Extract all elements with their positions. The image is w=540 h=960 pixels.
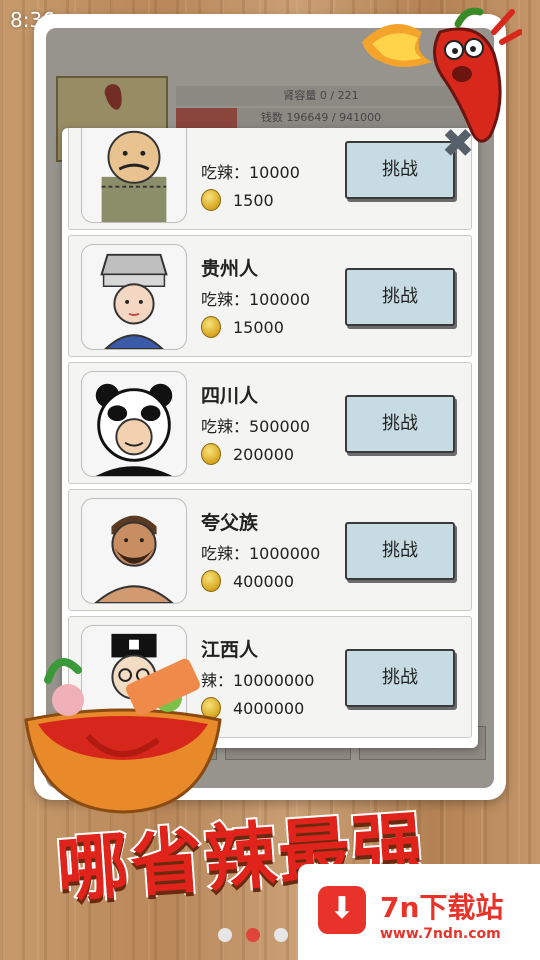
opponent-spicy: 吃辣：1000000 [201, 544, 321, 563]
challenge-button[interactable]: 挑战 [345, 395, 455, 453]
carousel-dot[interactable] [218, 928, 232, 942]
carousel-dot-active[interactable] [246, 928, 260, 942]
opponent-reward: 400000 [201, 570, 294, 592]
opponent-spicy: 吃辣：100000 [201, 290, 311, 309]
carousel-dots [218, 928, 288, 942]
challenge-button[interactable]: 挑战 [345, 522, 455, 580]
reward-value: 4000000 [233, 698, 305, 718]
coin-icon [201, 189, 221, 211]
challenge-button[interactable]: 挑战 [345, 268, 455, 326]
opponent-spicy: 吃辣：500000 [201, 417, 311, 436]
reward-value: 200000 [233, 444, 295, 464]
challenge-button[interactable]: 挑战 [345, 649, 455, 707]
watermark-url: www.7ndn.com [380, 926, 501, 942]
official-avatar [81, 128, 187, 223]
opponent-card: 夸父族 吃辣：1000000 400000 挑战 [68, 489, 472, 611]
coin-icon [201, 443, 221, 465]
chili-mascot-icon [362, 7, 522, 143]
reward-value: 1500 [233, 190, 274, 210]
opponent-name: 夸父族 [201, 512, 259, 534]
reward-value: 15000 [233, 317, 284, 337]
opponent-name: 四川人 [201, 385, 259, 407]
watermark-title: 7n下载站 [380, 891, 504, 924]
opponent-name: 贵州人 [201, 258, 259, 280]
watermark: ⬇ 7n下载站 www.7ndn.com [298, 864, 540, 960]
carousel-dot[interactable] [274, 928, 288, 942]
opponent-spicy: 吃辣：10000 [201, 163, 300, 182]
hotpot-bowl-icon [24, 658, 222, 814]
opponent-card: 四川人 吃辣：500000 200000 挑战 [68, 362, 472, 484]
coin-icon [201, 570, 221, 592]
opponent-reward: 15000 [201, 316, 284, 338]
panda-hood-avatar [81, 371, 187, 477]
opponent-reward: 200000 [201, 443, 294, 465]
miao-woman-avatar [81, 244, 187, 350]
bearded-man-avatar [81, 498, 187, 604]
reward-value: 400000 [233, 571, 295, 591]
opponent-card: 贵州人 吃辣：100000 15000 挑战 [68, 235, 472, 357]
opponent-reward: 1500 [201, 189, 274, 211]
download-icon: ⬇ [318, 886, 366, 934]
coin-icon [201, 316, 221, 338]
